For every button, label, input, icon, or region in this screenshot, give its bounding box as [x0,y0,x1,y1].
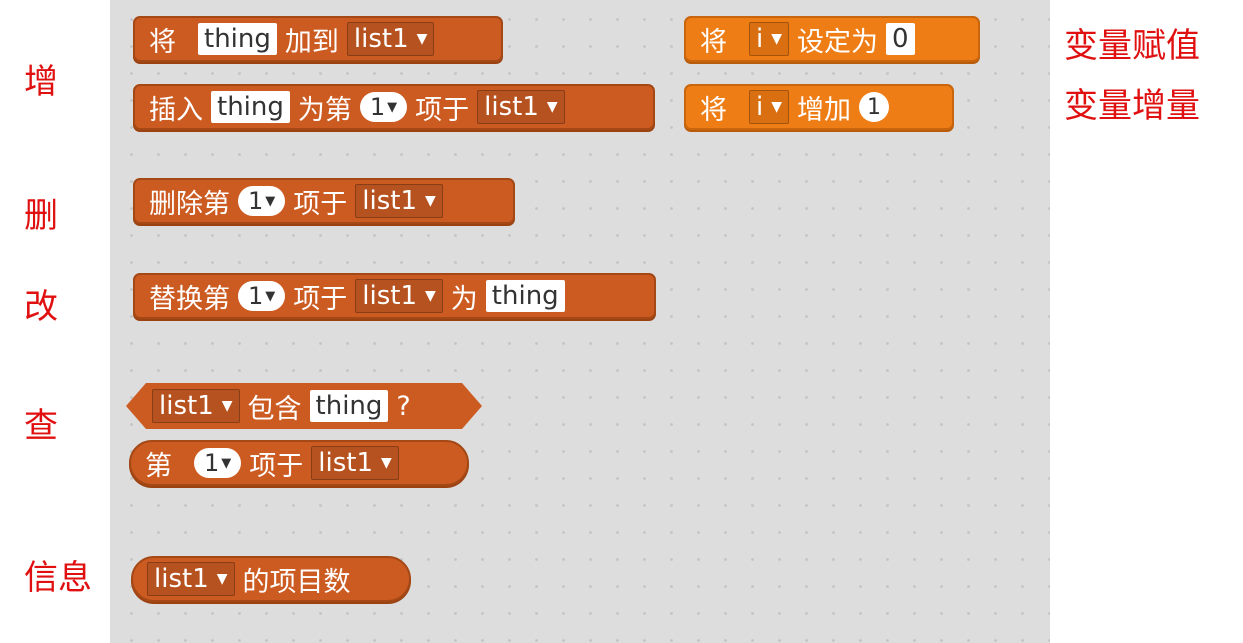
chevron-down-icon: ▼ [221,398,233,414]
add-list-value: list1 [353,24,409,54]
label-modify: 改 [24,287,58,327]
insert-index-value: 1 [369,93,386,121]
label-info: 信息 [24,558,92,598]
item-of-list-value: list1 [318,448,374,478]
contains-item-input[interactable]: thing [310,390,389,422]
chevron-down-icon: ▼ [216,571,228,587]
label-query: 查 [24,406,58,446]
item-of-index-value: 1 [204,449,220,477]
chevron-down-icon: ▼ [381,455,392,471]
contains-list-dropdown[interactable]: list1 ▼ [152,389,240,423]
replace-list-value: list1 [362,281,418,311]
delete-list-value: list1 [362,186,418,216]
length-word1: 的项目数 [242,566,351,598]
contains-word1: 包含 [247,393,302,425]
set-var-value: i [756,24,764,54]
chevron-down-icon: ▼ [546,99,558,115]
item-of-word2: 项于 [249,450,304,482]
set-word2: 设定为 [797,26,879,58]
chevron-down-icon: ▼ [265,288,276,304]
change-word1: 将 [700,94,727,126]
delete-list-dropdown[interactable]: list1 ▼ [355,184,443,218]
set-word1: 将 [700,26,727,58]
insert-at-block[interactable]: 插入 thing 为第 1 ▼ 项于 list1 ▼ [133,84,655,130]
label-delete: 删 [24,196,58,236]
label-var-assign: 变量赋值 [1064,26,1200,66]
chevron-down-icon: ▼ [425,193,436,209]
replace-index-input[interactable]: 1 ▼ [238,281,286,311]
replace-word1: 替换第 [149,283,230,315]
length-list-dropdown[interactable]: list1 ▼ [147,562,235,596]
replace-word2: 项于 [293,283,348,315]
add-item-input[interactable]: thing [198,23,277,55]
chevron-down-icon: ▼ [425,288,436,304]
replace-word3: 为 [450,283,478,315]
set-value-input[interactable]: 0 [886,23,915,55]
set-var-block[interactable]: 将 i ▼ 设定为 0 [684,16,980,62]
chevron-down-icon: ▼ [221,455,232,471]
add-word2: 加到 [284,26,339,58]
insert-word1: 插入 [149,94,203,126]
label-add: 增 [24,62,58,102]
chevron-down-icon: ▼ [771,31,783,47]
insert-list-dropdown[interactable]: list1 ▼ [477,90,565,124]
set-var-dropdown[interactable]: i ▼ [749,22,790,56]
item-of-word1: 第 [145,450,172,482]
chevron-down-icon: ▼ [771,99,783,115]
add-word1: 将 [149,26,176,58]
delete-item-block[interactable]: 删除第 1 ▼ 项于 list1 ▼ [133,178,515,224]
chevron-down-icon: ▼ [387,99,398,115]
change-value-input[interactable]: 1 [859,92,890,122]
change-var-block[interactable]: 将 i ▼ 增加 1 [684,84,954,130]
change-var-dropdown[interactable]: i ▼ [749,90,790,124]
insert-word2: 为第 [297,94,352,126]
insert-index-input[interactable]: 1 ▼ [359,92,408,122]
item-of-block[interactable]: 第 1 ▼ 项于 list1 ▼ [129,440,469,486]
contains-list-value: list1 [159,391,214,421]
item-of-list-dropdown[interactable]: list1 ▼ [311,446,399,480]
add-list-dropdown[interactable]: list1 ▼ [346,22,435,56]
change-var-value: i [756,92,764,122]
item-of-index-input[interactable]: 1 ▼ [194,448,242,478]
chevron-down-icon: ▼ [416,31,428,47]
delete-word1: 删除第 [149,188,230,220]
delete-index-input[interactable]: 1 ▼ [238,186,286,216]
delete-index-value: 1 [248,187,264,215]
list-contains-block[interactable]: list1 ▼ 包含 thing ? [126,383,482,429]
length-list-value: list1 [154,564,209,594]
delete-word2: 项于 [293,188,348,220]
add-to-list-block[interactable]: 将 thing 加到 list1 ▼ [133,16,503,62]
insert-word3: 项于 [415,94,470,126]
label-var-increment: 变量增量 [1064,86,1200,126]
replace-item-block[interactable]: 替换第 1 ▼ 项于 list1 ▼ 为 thing [133,273,656,319]
chevron-down-icon: ▼ [265,193,276,209]
replace-item-input[interactable]: thing [485,280,565,312]
change-word2: 增加 [797,94,852,126]
replace-list-dropdown[interactable]: list1 ▼ [355,279,443,313]
length-of-block[interactable]: list1 ▼ 的项目数 [131,556,411,602]
insert-item-input[interactable]: thing [211,91,290,123]
contains-suffix: ? [396,390,411,422]
insert-list-value: list1 [484,92,539,122]
replace-index-value: 1 [248,282,264,310]
